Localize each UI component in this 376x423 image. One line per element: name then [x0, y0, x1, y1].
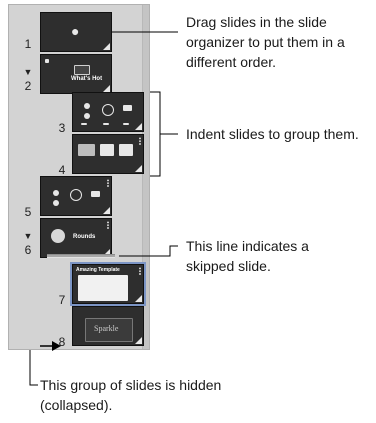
- slide-thumbnail-1[interactable]: ●: [40, 12, 112, 52]
- slide-thumbnail-3[interactable]: [72, 92, 144, 132]
- slide-corner-icon: [103, 43, 110, 50]
- slide-corner-icon: [103, 85, 110, 92]
- callout-skipped: This line indicates a skipped slide.: [186, 238, 309, 274]
- slide-graphic-text: [81, 123, 87, 125]
- slide-title-text: What's Hot: [71, 76, 103, 82]
- slide-number-7: 7: [58, 293, 66, 307]
- slide-number-1: 1: [24, 37, 32, 51]
- slide-title-text: Amazing Template: [76, 267, 120, 273]
- slide-number-2: 2: [24, 79, 32, 93]
- slide-graphic-dot: [84, 113, 90, 119]
- slide-graphic-circle: [51, 229, 65, 243]
- slide-graphic-box: [100, 144, 114, 156]
- slide-number-5: 5: [24, 205, 32, 219]
- callout-hidden: This group of slides is hidden (collapse…: [40, 377, 222, 413]
- apple-logo-icon: ●: [71, 23, 80, 39]
- slide-thumbnail-7[interactable]: Amazing Template: [70, 262, 146, 306]
- slide-number-6: 6: [24, 243, 32, 257]
- slide-thumbnail-6[interactable]: Rounds: [40, 218, 112, 258]
- slide-corner-icon: [103, 207, 110, 214]
- slide-number-8: 8: [58, 335, 66, 349]
- slide-graphic-text: [103, 123, 109, 125]
- slide-corner-icon: [135, 295, 142, 302]
- slide-title-text: Rounds: [73, 234, 96, 240]
- disclosure-triangle-icon[interactable]: ▼: [22, 232, 34, 241]
- slide-graphic-circle: [70, 189, 82, 201]
- slide-graphic-text: [123, 123, 129, 125]
- slide-thumbnail-2[interactable]: What's Hot: [40, 54, 112, 94]
- slide-corner-icon: [135, 123, 142, 130]
- slide-corner-icon: [135, 165, 142, 172]
- slide-graphic-circle: [102, 104, 114, 116]
- more-icon: [107, 179, 109, 187]
- slide-corner-icon: [135, 337, 142, 344]
- slide-graphic-dot: [53, 200, 59, 206]
- slide-graphic-rect: [123, 105, 132, 111]
- disclosure-triangle-icon[interactable]: ▼: [22, 68, 34, 77]
- slide-number-3: 3: [58, 121, 66, 135]
- callout-drag: Drag slides in the slide organizer to pu…: [186, 14, 345, 70]
- slide-thumbnail-5[interactable]: [40, 176, 112, 216]
- skipped-slide-line[interactable]: [47, 254, 115, 258]
- slide-graphic-rect: [91, 191, 100, 197]
- slide-graphic-dot: [84, 103, 90, 109]
- slide-title-text: Sparkle: [94, 324, 119, 333]
- slide-number-4: 4: [58, 163, 66, 177]
- slide-logo-box: [74, 65, 90, 75]
- slide-thumbnail-8[interactable]: Sparkle: [72, 306, 144, 346]
- slide-mark-icon: [45, 59, 49, 63]
- slide-thumbnail-4[interactable]: [72, 134, 144, 174]
- slide-graphic-dot: [53, 190, 59, 196]
- indent-bracket-line: [150, 91, 161, 177]
- slide-graphic-image: [78, 144, 95, 156]
- slide-graphic-document: [78, 275, 128, 301]
- more-icon: [139, 267, 141, 275]
- hidden-leader-line: [29, 350, 38, 386]
- slide-graphic-box: [119, 144, 133, 156]
- more-icon: [139, 137, 141, 145]
- callout-indent: Indent slides to group them.: [186, 126, 359, 142]
- more-icon: [107, 221, 109, 229]
